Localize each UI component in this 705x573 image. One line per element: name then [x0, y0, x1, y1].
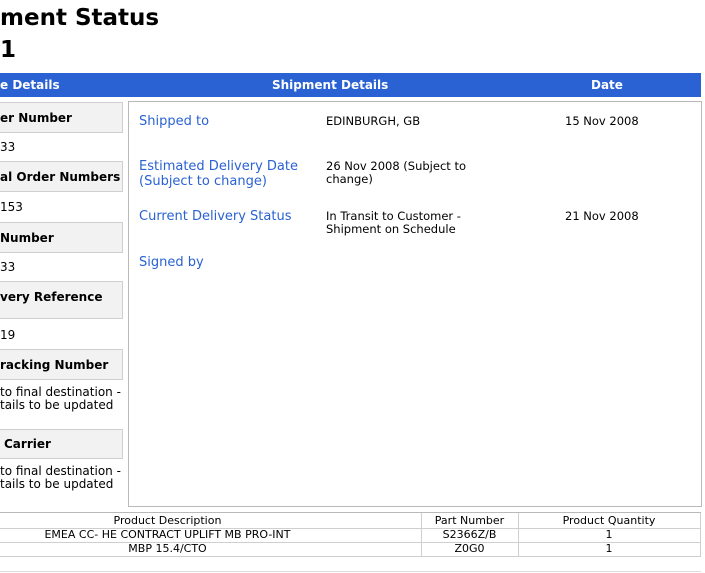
number-label-cell: Number: [0, 222, 123, 253]
details-header-bar: e Details Shipment Details Date: [0, 73, 701, 97]
header-product-quantity: Product Quantity: [562, 514, 656, 527]
header-date: Date: [591, 78, 623, 92]
table-row: MBP 15.4/CTO Z0G0 1: [0, 542, 701, 556]
product-quantity: 1: [605, 528, 613, 541]
tracking-number-value-line1: to final destination -: [0, 385, 121, 399]
product-description: EMEA CC- HE CONTRACT UPLIFT MB PRO-INT: [44, 528, 291, 541]
carrier-label: Carrier: [4, 437, 51, 451]
part-number: S2366Z/B: [442, 528, 497, 541]
shipped-to-label: Shipped to: [139, 114, 210, 129]
header-left-details: e Details: [0, 78, 60, 92]
carrier-value-line2: tails to be updated: [0, 477, 114, 491]
estimated-delivery-value-line2: change): [326, 172, 373, 186]
header-shipment-details: Shipment Details: [272, 78, 389, 92]
shipment-details-panel: Shipped to EDINBURGH, GB 15 Nov 2008 Est…: [128, 101, 702, 507]
order-number-label-cell: er Number: [0, 102, 123, 133]
additional-order-numbers-label: al Order Numbers: [0, 170, 121, 184]
signed-by-label: Signed by: [139, 255, 204, 270]
header-part-number: Part Number: [434, 514, 505, 527]
number-label: Number: [0, 231, 54, 245]
estimated-delivery-label-line2: (Subject to change): [139, 174, 267, 189]
delivery-status-date: 21 Nov 2008: [565, 209, 639, 223]
number-value: 33: [0, 260, 16, 274]
product-table: Product Description Part Number Product …: [0, 512, 701, 573]
delivery-reference-label: very Reference: [0, 290, 103, 304]
delivery-status-label: Current Delivery Status: [139, 209, 292, 224]
shipped-to-value: EDINBURGH, GB: [326, 114, 421, 128]
order-number-value: 33: [0, 140, 16, 154]
header-product-description: Product Description: [113, 514, 222, 527]
shipped-to-date: 15 Nov 2008: [565, 114, 639, 128]
tracking-number-label: racking Number: [0, 358, 109, 372]
product-quantity: 1: [605, 542, 613, 555]
estimated-delivery-label-line1: Estimated Delivery Date: [139, 159, 298, 174]
carrier-label-cell: Carrier: [0, 429, 123, 459]
tracking-number-value-line2: tails to be updated: [0, 398, 114, 412]
order-number-label: er Number: [0, 111, 72, 125]
delivery-reference-value: 19: [0, 328, 16, 342]
additional-order-numbers-label-cell: al Order Numbers: [0, 161, 123, 192]
delivery-reference-label-cell: very Reference: [0, 281, 123, 319]
order-id-heading: 1: [0, 37, 17, 63]
product-table-header: Product Description Part Number Product …: [0, 514, 701, 528]
additional-order-numbers-value: 153: [0, 200, 23, 214]
carrier-value-line1: to final destination -: [0, 464, 121, 478]
table-row: EMEA CC- HE CONTRACT UPLIFT MB PRO-INT S…: [0, 528, 701, 542]
product-description: MBP 15.4/CTO: [128, 542, 207, 555]
page-title: ment Status: [0, 5, 160, 31]
tracking-number-label-cell: racking Number: [0, 349, 123, 380]
delivery-status-value-line2: Shipment on Schedule: [326, 222, 456, 236]
part-number: Z0G0: [454, 542, 485, 555]
